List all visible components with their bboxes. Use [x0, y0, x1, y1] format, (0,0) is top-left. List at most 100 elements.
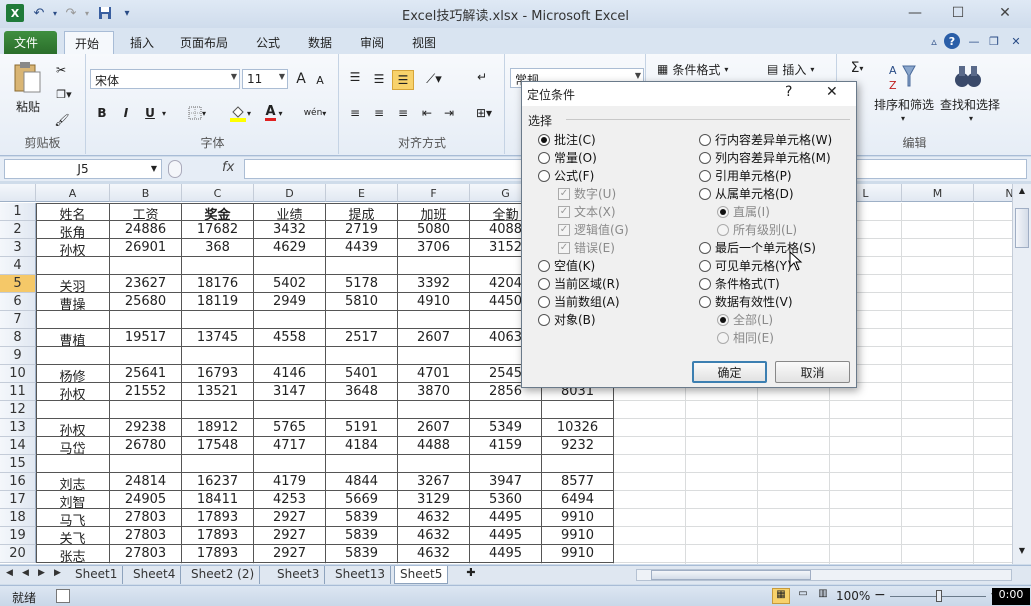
table-cell[interactable]: 18119	[182, 293, 254, 311]
radio-option[interactable]: 常量(O)	[538, 149, 597, 166]
table-cell[interactable]	[36, 401, 110, 419]
fill-color-icon[interactable]: ▾	[225, 104, 255, 122]
row-header[interactable]: 1	[0, 203, 36, 221]
table-cell[interactable]: 4717	[254, 437, 326, 455]
column-header[interactable]: F	[398, 184, 470, 202]
table-cell[interactable]	[326, 311, 398, 329]
table-cell[interactable]: 刘志	[36, 473, 110, 491]
table-cell[interactable]: 18912	[182, 419, 254, 437]
table-cell[interactable]: 5178	[326, 275, 398, 293]
table-cell[interactable]: 13745	[182, 329, 254, 347]
doc-minimize-icon[interactable]: —	[966, 33, 982, 49]
table-cell[interactable]: 19517	[110, 329, 182, 347]
table-cell[interactable]: 4184	[326, 437, 398, 455]
table-cell[interactable]: 21552	[110, 383, 182, 401]
table-cell[interactable]	[36, 455, 110, 473]
sort-filter-dropdown-icon[interactable]: ▾	[898, 112, 908, 124]
row-header[interactable]: 6	[0, 293, 36, 311]
next-sheet-icon[interactable]: ▶	[38, 568, 45, 578]
table-cell[interactable]	[470, 401, 542, 419]
table-cell[interactable]	[542, 401, 614, 419]
table-cell[interactable]: 曹操	[36, 293, 110, 311]
table-cell[interactable]: 4844	[326, 473, 398, 491]
table-cell[interactable]	[326, 257, 398, 275]
radio-option[interactable]: 可见单元格(Y)	[699, 257, 792, 274]
table-cell[interactable]: 4495	[470, 509, 542, 527]
table-cell[interactable]	[182, 347, 254, 365]
decrease-indent-icon[interactable]: ⇤	[418, 104, 436, 122]
sort-filter-icon[interactable]: AZ	[882, 60, 922, 94]
table-cell[interactable]: 4439	[326, 239, 398, 257]
table-cell[interactable]	[470, 455, 542, 473]
table-cell[interactable]: 4179	[254, 473, 326, 491]
tab-data[interactable]: 数据	[298, 31, 342, 54]
radio-option[interactable]: 行内容差异单元格(W)	[699, 131, 832, 148]
align-left-icon[interactable]: ≡	[346, 104, 364, 122]
table-cell[interactable]: 2517	[326, 329, 398, 347]
italic-button[interactable]: I	[117, 104, 135, 122]
row-header[interactable]: 5	[0, 275, 36, 293]
table-cell[interactable]: 2607	[398, 419, 470, 437]
scroll-thumb[interactable]	[1015, 208, 1029, 248]
radio-option[interactable]: 从属单元格(D)	[699, 185, 794, 202]
row-header[interactable]: 7	[0, 311, 36, 329]
table-cell[interactable]: 26901	[110, 239, 182, 257]
first-sheet-icon[interactable]: ◀	[6, 568, 13, 578]
row-header[interactable]: 16	[0, 473, 36, 491]
row-header[interactable]: 17	[0, 491, 36, 509]
table-cell[interactable]: 3129	[398, 491, 470, 509]
table-cell[interactable]: 17893	[182, 545, 254, 563]
column-header[interactable]: C	[182, 184, 254, 202]
table-cell[interactable]: 4495	[470, 545, 542, 563]
table-cell[interactable]: 2927	[254, 545, 326, 563]
table-cell[interactable]	[398, 455, 470, 473]
macro-record-icon[interactable]	[56, 589, 70, 603]
vertical-scrollbar[interactable]: ▲ ▼	[1012, 184, 1031, 564]
table-cell[interactable]: 孙权	[36, 239, 110, 257]
table-cell[interactable]: 4146	[254, 365, 326, 383]
table-cell[interactable]: 4159	[470, 437, 542, 455]
radio-option[interactable]: 公式(F)	[538, 167, 594, 184]
insert-cells-button[interactable]: ▤ 插入 ▾	[767, 60, 833, 78]
row-header[interactable]: 20	[0, 545, 36, 563]
horizontal-scroll-thumb[interactable]	[651, 570, 811, 580]
table-cell[interactable]: 业绩	[254, 203, 326, 221]
table-cell[interactable]: 孙权	[36, 419, 110, 437]
table-cell[interactable]: 8577	[542, 473, 614, 491]
dialog-help-button[interactable]: ?	[785, 84, 792, 100]
row-header[interactable]: 13	[0, 419, 36, 437]
table-cell[interactable]: 张志	[36, 545, 110, 563]
font-color-icon[interactable]: A ▾	[259, 104, 289, 122]
sheet-tab[interactable]: Sheet4	[128, 566, 182, 584]
autosum-icon[interactable]: Σ ▾	[844, 60, 870, 76]
scroll-up-icon[interactable]: ▲	[1015, 186, 1029, 200]
table-cell[interactable]: 3870	[398, 383, 470, 401]
minimize-button[interactable]: —	[895, 2, 935, 24]
table-cell[interactable]	[254, 455, 326, 473]
table-cell[interactable]: 4495	[470, 527, 542, 545]
table-cell[interactable]: 5839	[326, 545, 398, 563]
align-right-icon[interactable]: ≡	[394, 104, 412, 122]
font-name-combo[interactable]: 宋体 ▼	[90, 69, 240, 89]
table-cell[interactable]: 5401	[326, 365, 398, 383]
table-cell[interactable]: 6494	[542, 491, 614, 509]
table-cell[interactable]	[254, 257, 326, 275]
table-cell[interactable]: 2949	[254, 293, 326, 311]
table-cell[interactable]	[398, 311, 470, 329]
merge-center-icon[interactable]: ⊞▾	[470, 104, 498, 122]
table-cell[interactable]: 29238	[110, 419, 182, 437]
column-header[interactable]: D	[254, 184, 326, 202]
align-middle-icon[interactable]: ☰	[370, 70, 388, 88]
row-header[interactable]: 10	[0, 365, 36, 383]
table-cell[interactable]: 2927	[254, 509, 326, 527]
table-cell[interactable]	[36, 311, 110, 329]
sheet-tab[interactable]: Sheet13	[330, 566, 391, 584]
normal-view-icon[interactable]: ▦	[772, 588, 790, 604]
table-cell[interactable]: 18176	[182, 275, 254, 293]
table-cell[interactable]: 3392	[398, 275, 470, 293]
table-cell[interactable]	[110, 311, 182, 329]
table-cell[interactable]: 17682	[182, 221, 254, 239]
table-cell[interactable]: 杨修	[36, 365, 110, 383]
table-cell[interactable]: 曹植	[36, 329, 110, 347]
table-cell[interactable]: 5080	[398, 221, 470, 239]
